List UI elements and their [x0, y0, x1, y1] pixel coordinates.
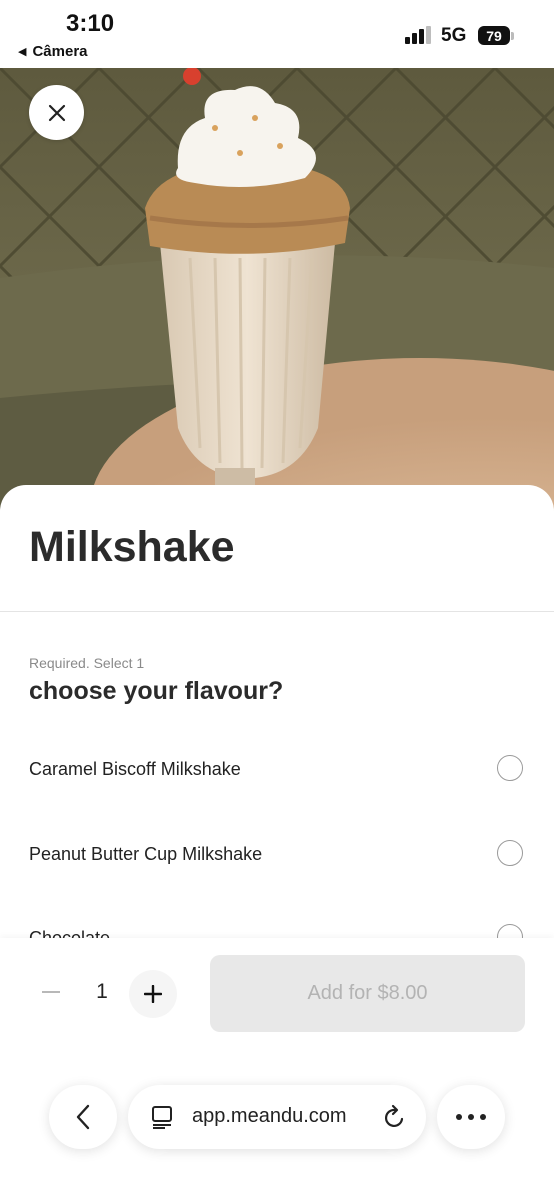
- chevron-left-icon: [76, 1104, 90, 1130]
- back-app-label: Câmera: [32, 43, 88, 60]
- option-row[interactable]: Peanut Butter Cup Milkshake: [0, 826, 554, 886]
- decrease-quantity-button[interactable]: [37, 978, 65, 1006]
- battery-level: 79: [486, 27, 502, 44]
- close-button[interactable]: [29, 85, 84, 140]
- more-dots-icon: [456, 1114, 486, 1120]
- battery-icon: 79: [478, 26, 510, 45]
- divider: [0, 611, 554, 612]
- url-text: app.meandu.com: [192, 1105, 347, 1127]
- close-icon: [48, 104, 65, 121]
- product-image: [0, 68, 554, 518]
- increase-quantity-button[interactable]: [129, 970, 177, 1018]
- minus-icon: [42, 991, 60, 993]
- plus-icon: [144, 985, 162, 1003]
- radio-button[interactable]: [497, 840, 523, 866]
- order-action-bar: 1 Add for $8.00 app.meandu.com: [0, 938, 554, 1200]
- network-type: 5G: [441, 25, 467, 46]
- status-time: 3:10: [66, 10, 115, 37]
- milkshake-photo: [0, 68, 554, 518]
- option-label: Peanut Butter Cup Milkshake: [29, 844, 263, 864]
- requirement-label: Required. Select 1: [29, 655, 145, 671]
- add-to-order-button[interactable]: Add for $8.00: [210, 955, 525, 1032]
- option-question: choose your flavour?: [29, 677, 284, 705]
- radio-button[interactable]: [497, 755, 523, 781]
- battery-nub: [511, 32, 514, 40]
- status-bar: 3:10 ◀ Câmera 5G 79: [0, 0, 554, 68]
- browser-back-button[interactable]: [49, 1085, 117, 1149]
- back-triangle-icon: ◀: [18, 46, 27, 58]
- back-to-app-link[interactable]: ◀ Câmera: [18, 43, 88, 60]
- quantity-value: 1: [96, 980, 108, 1003]
- more-options-button[interactable]: [437, 1085, 505, 1149]
- page-menu-icon: [152, 1106, 172, 1129]
- product-title: Milkshake: [29, 523, 235, 571]
- reload-icon[interactable]: [383, 1104, 407, 1130]
- option-label: Caramel Biscoff Milkshake: [29, 759, 241, 779]
- option-row[interactable]: Caramel Biscoff Milkshake: [0, 741, 554, 801]
- browser-address-bar[interactable]: app.meandu.com: [128, 1085, 426, 1149]
- signal-icon: [405, 26, 431, 44]
